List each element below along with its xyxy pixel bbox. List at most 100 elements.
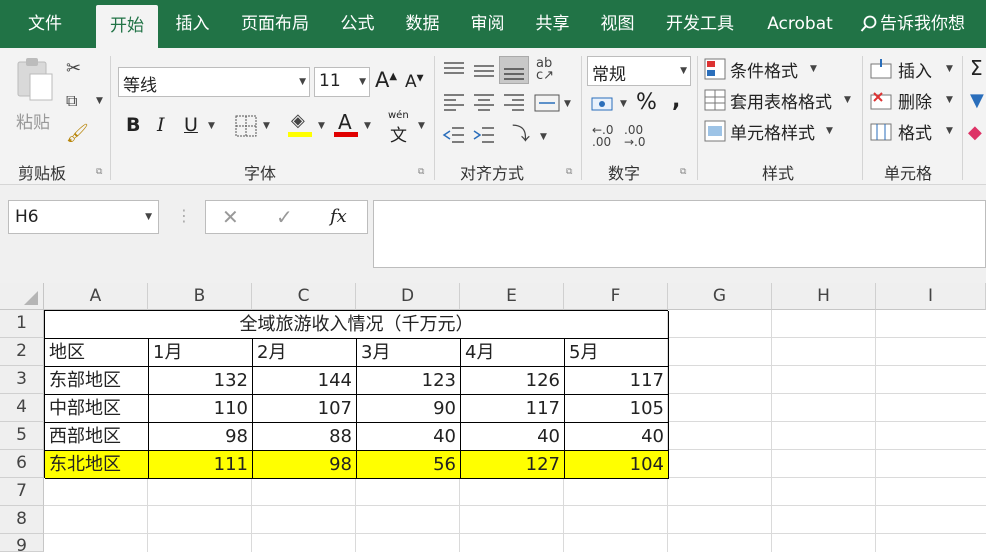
tab-share[interactable]: 共享 xyxy=(525,0,580,48)
column-header-f[interactable]: F xyxy=(564,283,668,310)
cancel-icon[interactable]: ✕ xyxy=(222,207,239,227)
percent-button[interactable]: % xyxy=(636,90,657,115)
row-header-4[interactable]: 4 xyxy=(0,394,44,422)
value-cell[interactable]: 107 xyxy=(253,395,357,423)
clipboard-launcher-icon[interactable]: ⧉ xyxy=(96,167,102,177)
value-cell[interactable]: 144 xyxy=(253,367,357,395)
region-cell[interactable]: 中部地区 xyxy=(45,395,149,423)
value-cell[interactable]: 98 xyxy=(149,423,253,451)
currency-icon[interactable] xyxy=(590,94,616,116)
orientation-button[interactable]: ab c↗ xyxy=(536,57,566,84)
borders-icon[interactable] xyxy=(235,115,257,137)
align-center-icon[interactable] xyxy=(472,92,496,114)
value-cell[interactable]: 105 xyxy=(565,395,669,423)
enter-icon[interactable]: ✓ xyxy=(276,207,293,227)
value-cell[interactable]: 126 xyxy=(461,367,565,395)
chevron-down-icon[interactable]: ▼ xyxy=(540,133,547,142)
chevron-down-icon[interactable]: ▼ xyxy=(564,100,571,109)
alignment-launcher-icon[interactable]: ⧉ xyxy=(566,167,572,177)
value-cell-highlighted[interactable]: 98 xyxy=(253,451,357,479)
value-cell-highlighted[interactable]: 127 xyxy=(461,451,565,479)
shrink-font-button[interactable]: A▼ xyxy=(405,72,424,92)
paste-button[interactable]: 粘贴 xyxy=(10,56,58,152)
column-header-a[interactable]: A xyxy=(44,283,148,310)
row-header-7[interactable]: 7 xyxy=(0,478,44,506)
row-header-6[interactable]: 6 xyxy=(0,450,44,478)
font-color-button[interactable]: A xyxy=(334,110,360,138)
chevron-down-icon[interactable]: ▼ xyxy=(364,122,371,131)
value-cell-highlighted[interactable]: 104 xyxy=(565,451,669,479)
value-cell[interactable]: 117 xyxy=(461,395,565,423)
tab-insert[interactable]: 插入 xyxy=(165,0,220,48)
tab-developer[interactable]: 开发工具 xyxy=(655,0,745,48)
comma-button[interactable]: , xyxy=(672,88,680,113)
table-title-cell[interactable]: 全域旅游收入情况（千万元） xyxy=(45,311,669,339)
decrease-decimal-button[interactable]: .00 →.0 xyxy=(624,124,646,148)
copy-icon[interactable]: ⧉ xyxy=(66,93,77,109)
header-cell[interactable]: 地区 xyxy=(45,339,149,367)
chevron-down-icon[interactable]: ▼ xyxy=(263,122,270,131)
header-cell[interactable]: 5月 xyxy=(565,339,669,367)
tab-home[interactable]: 开始 xyxy=(96,5,158,48)
header-cell[interactable]: 2月 xyxy=(253,339,357,367)
bold-button[interactable]: B xyxy=(126,114,140,136)
format-painter-icon[interactable]: 🖌 xyxy=(66,125,89,143)
font-launcher-icon[interactable]: ⧉ xyxy=(418,167,424,177)
value-cell[interactable]: 110 xyxy=(149,395,253,423)
number-format-select[interactable]: 常规 ▼ xyxy=(587,56,691,86)
value-cell[interactable]: 132 xyxy=(149,367,253,395)
chevron-down-icon[interactable]: ▼ xyxy=(318,122,325,131)
tab-view[interactable]: 视图 xyxy=(590,0,645,48)
clear-icon[interactable]: ◆ xyxy=(968,124,982,142)
region-cell[interactable]: 东部地区 xyxy=(45,367,149,395)
phonetic-button[interactable]: wén 文 xyxy=(388,110,414,146)
column-header-b[interactable]: B xyxy=(148,283,252,310)
align-bottom-button[interactable] xyxy=(499,56,529,84)
underline-button[interactable]: U xyxy=(184,114,198,136)
row-header-3[interactable]: 3 xyxy=(0,366,44,394)
tab-file[interactable]: 文件 xyxy=(10,0,80,48)
chevron-down-icon[interactable]: ▼ xyxy=(208,122,215,131)
splitter-icon[interactable]: ⋮ xyxy=(176,208,192,224)
align-right-icon[interactable] xyxy=(502,92,526,114)
column-header-h[interactable]: H xyxy=(772,283,876,310)
merge-center-icon[interactable] xyxy=(534,92,560,114)
value-cell[interactable]: 40 xyxy=(357,423,461,451)
cut-icon[interactable]: ✂ xyxy=(66,60,81,78)
increase-indent-icon[interactable] xyxy=(472,125,496,147)
value-cell[interactable]: 40 xyxy=(565,423,669,451)
value-cell-highlighted[interactable]: 56 xyxy=(357,451,461,479)
grow-font-button[interactable]: A▲ xyxy=(375,68,397,92)
row-header-1[interactable]: 1 xyxy=(0,310,44,338)
value-cell[interactable]: 117 xyxy=(565,367,669,395)
value-cell[interactable]: 40 xyxy=(461,423,565,451)
header-cell[interactable]: 3月 xyxy=(357,339,461,367)
column-header-e[interactable]: E xyxy=(460,283,564,310)
tab-formulas[interactable]: 公式 xyxy=(330,0,385,48)
select-all-corner[interactable] xyxy=(0,283,44,310)
value-cell-highlighted[interactable]: 111 xyxy=(149,451,253,479)
region-cell[interactable]: 西部地区 xyxy=(45,423,149,451)
autosum-icon[interactable]: Σ xyxy=(970,56,983,80)
align-top-icon[interactable] xyxy=(442,60,466,80)
tab-review[interactable]: 审阅 xyxy=(460,0,515,48)
value-cell[interactable]: 90 xyxy=(357,395,461,423)
copy-dropdown-icon[interactable]: ▼ xyxy=(96,97,103,106)
column-header-d[interactable]: D xyxy=(356,283,460,310)
column-header-i[interactable]: I xyxy=(876,283,986,310)
column-header-c[interactable]: C xyxy=(252,283,356,310)
chevron-down-icon[interactable]: ▼ xyxy=(418,122,425,131)
value-cell[interactable]: 88 xyxy=(253,423,357,451)
header-cell[interactable]: 4月 xyxy=(461,339,565,367)
tell-me-box[interactable]: 告诉我你想 xyxy=(860,0,986,48)
wrap-text-icon[interactable]: ⤵ xyxy=(512,126,530,144)
row-header-5[interactable]: 5 xyxy=(0,422,44,450)
number-launcher-icon[interactable]: ⧉ xyxy=(680,167,686,177)
row-header-9[interactable]: 9 xyxy=(0,534,44,552)
tab-page-layout[interactable]: 页面布局 xyxy=(230,0,320,48)
region-cell-highlighted[interactable]: 东北地区 xyxy=(45,451,149,479)
value-cell[interactable]: 123 xyxy=(357,367,461,395)
column-header-g[interactable]: G xyxy=(668,283,772,310)
align-middle-icon[interactable] xyxy=(472,60,496,80)
tab-acrobat[interactable]: Acrobat xyxy=(755,0,845,48)
